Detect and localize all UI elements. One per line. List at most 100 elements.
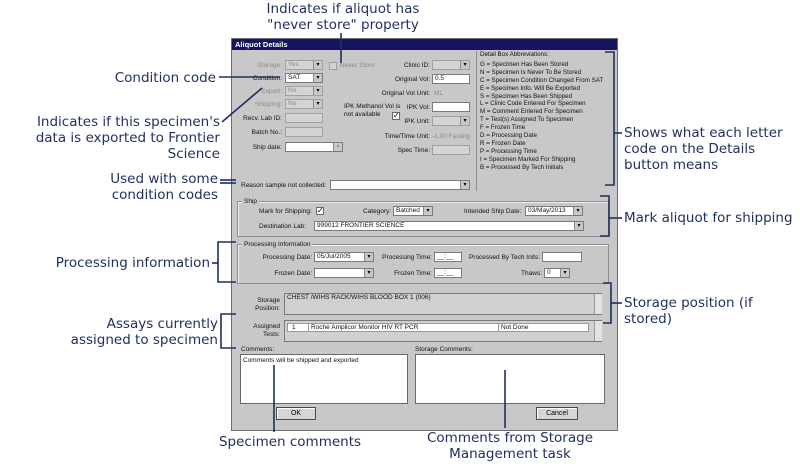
batch-no-field[interactable] bbox=[285, 127, 323, 137]
condition-value: SAT bbox=[288, 74, 301, 81]
test-name: Roche Amplicor Monitor HIV RT PCR bbox=[308, 324, 418, 332]
ok-button[interactable]: OK bbox=[276, 407, 316, 420]
mark-shipping-label: Mark for Shipping: bbox=[259, 208, 312, 215]
callout-specimen-comments: Specimen comments bbox=[218, 434, 362, 450]
chevron-down-icon: ▾ bbox=[364, 253, 373, 261]
intended-ship-date-label: Intended Ship Date: bbox=[464, 208, 522, 215]
category-label: Category: bbox=[363, 208, 392, 215]
chevron-down-icon: ▾ bbox=[423, 207, 432, 215]
storage-position-scrollbar[interactable] bbox=[594, 294, 602, 314]
storage-comments-label: Storage Comments: bbox=[415, 346, 473, 353]
callout-never-store: Indicates if aliquot has "never store" p… bbox=[266, 1, 420, 33]
chevron-down-icon: ▾ bbox=[560, 269, 569, 277]
chevron-down-icon: ▾ bbox=[460, 117, 469, 125]
callout-used-with-codes: Used with some condition codes bbox=[110, 171, 218, 203]
table-row[interactable]: 1 Roche Amplicor Monitor HIV RT PCR Not … bbox=[287, 323, 589, 332]
storage-value: Yes bbox=[288, 61, 299, 68]
chevron-down-icon: ▾ bbox=[313, 61, 322, 69]
spec-time-field[interactable] bbox=[432, 145, 470, 155]
chevron-down-icon: ▾ bbox=[460, 61, 469, 69]
processing-time-field[interactable]: __:__ bbox=[434, 252, 462, 262]
storage-select[interactable]: Yes ▾ bbox=[285, 60, 323, 70]
chevron-down-icon: ▾ bbox=[313, 74, 322, 82]
test-num: 1 bbox=[292, 324, 296, 331]
callout-exported: Indicates if this specimen's data is exp… bbox=[35, 114, 220, 162]
destination-lab-value: 999012 FRONTIER SCIENCE bbox=[317, 222, 405, 229]
abbreviation-item: E = Specimen Info. Will Be Exported bbox=[480, 84, 580, 92]
thaws-label: Thaws: bbox=[521, 270, 542, 277]
clinic-id-select[interactable]: ▾ bbox=[432, 60, 470, 70]
ipk-unit-label: IPK Unit: bbox=[404, 118, 430, 125]
intended-ship-date-select[interactable]: 03/May/2013 ▾ bbox=[525, 206, 583, 216]
storage-position-field[interactable]: CHEST /WIHS RACK/WIHS BLOOD BOX 1 (006) bbox=[284, 293, 602, 315]
calendar-icon[interactable]: ▫ bbox=[333, 143, 342, 151]
clinic-id-label: Clinic ID: bbox=[403, 62, 430, 69]
thaws-value: 0 bbox=[547, 269, 551, 276]
chevron-down-icon: ▾ bbox=[313, 87, 322, 95]
condition-label: Condition: bbox=[252, 75, 282, 82]
callout-condition-code: Condition code bbox=[114, 70, 216, 86]
comments-label: Comments: bbox=[241, 346, 275, 353]
shipping-select[interactable]: No ▾ bbox=[285, 99, 323, 109]
aliquot-details-dialog: Aliquot Details Storage: Yes ▾ Never Stor… bbox=[231, 38, 618, 431]
assigned-tests-scrollbar[interactable] bbox=[594, 321, 602, 341]
spec-time-label: Spec Time: bbox=[397, 147, 430, 154]
comments-field[interactable]: Comments will be shipped and exported bbox=[240, 354, 408, 404]
original-vol-label: Original Vol: bbox=[394, 76, 430, 83]
storage-position-value: CHEST /WIHS RACK/WIHS BLOOD BOX 1 (006) bbox=[287, 294, 431, 301]
storage-comments-field[interactable] bbox=[415, 354, 605, 404]
shipping-label: Shipping: bbox=[254, 101, 282, 108]
chevron-down-icon: ▾ bbox=[574, 222, 583, 230]
original-vol-unit-label: Original Vol Unit: bbox=[381, 90, 430, 97]
processing-date-label: Processing Date: bbox=[262, 254, 313, 261]
recv-lab-id-field[interactable] bbox=[285, 113, 323, 123]
processing-date-value: 05/Jul/2005 bbox=[317, 253, 351, 260]
category-select[interactable]: Batched ▾ bbox=[393, 206, 433, 216]
never-store-checkbox[interactable] bbox=[329, 62, 337, 70]
callout-processing-info: Processing information bbox=[55, 255, 210, 271]
frozen-date-field[interactable]: ▾ bbox=[314, 268, 374, 278]
assigned-tests-label: Assigned Tests: bbox=[253, 323, 280, 338]
time-unit-value: -1.00 Fasting bbox=[432, 133, 470, 140]
abbreviations-title: Detail Box Abbreviations: bbox=[480, 51, 549, 58]
ipk-vol-field[interactable] bbox=[432, 102, 470, 112]
processing-time-label: Processing Time: bbox=[382, 254, 432, 261]
ipk-vol-label: IPK Vol: bbox=[406, 104, 430, 111]
processed-by-label: Processed By Tech Inits: bbox=[468, 254, 540, 261]
processing-group-title: Processing Information bbox=[242, 240, 313, 249]
processing-date-field[interactable]: 05/Jul/2005 ▾ bbox=[314, 252, 374, 262]
callout-storage-position: Storage position (if stored) bbox=[624, 295, 753, 327]
ship-group-title: Ship bbox=[242, 197, 260, 206]
abbreviation-item: D = Processing Date bbox=[480, 132, 537, 140]
abbreviation-item: R = Frozen Date bbox=[480, 139, 526, 147]
mark-shipping-checkbox[interactable]: ✓ bbox=[316, 207, 324, 215]
export-select[interactable]: No ▾ bbox=[285, 86, 323, 96]
storage-position-label: Storage Position: bbox=[255, 297, 280, 312]
condition-select[interactable]: SAT ▾ bbox=[285, 73, 323, 83]
original-vol-field[interactable]: 0.5 bbox=[432, 74, 470, 84]
destination-lab-select[interactable]: 999012 FRONTIER SCIENCE ▾ bbox=[314, 221, 584, 231]
chevron-down-icon: ▾ bbox=[573, 207, 582, 215]
thaws-field[interactable]: 0 ▾ bbox=[544, 268, 570, 278]
abbreviation-item: P = Processing Time bbox=[480, 147, 537, 155]
frozen-time-field[interactable]: __:__ bbox=[434, 268, 462, 278]
ipk-unit-select[interactable]: ▾ bbox=[432, 116, 470, 126]
time-unit-label: Time/Time Unit: bbox=[384, 133, 430, 140]
callout-letter-code: Shows what each letter code on the Detai… bbox=[624, 125, 783, 173]
shipping-value: No bbox=[288, 100, 297, 107]
processed-by-field[interactable] bbox=[542, 252, 582, 262]
abbreviations-list: Detail Box Abbreviations: G = Specimen H… bbox=[480, 51, 610, 172]
assigned-tests-list[interactable]: 1 Roche Amplicor Monitor HIV RT PCR Not … bbox=[284, 320, 602, 342]
abbreviation-item: N = Specimen Is Never To Be Stored bbox=[480, 68, 582, 76]
chevron-down-icon: ▾ bbox=[313, 100, 322, 108]
abbreviation-item: I = Specimen Marked For Shipping bbox=[480, 155, 576, 163]
cancel-button[interactable]: Cancel bbox=[536, 407, 578, 420]
storage-label: Storage: bbox=[257, 62, 282, 69]
reason-select[interactable]: ▾ bbox=[330, 180, 470, 190]
ship-date-label: Ship date: bbox=[252, 144, 282, 151]
ship-date-field[interactable]: ▫ bbox=[285, 142, 343, 152]
category-value: Batched bbox=[396, 207, 420, 214]
test-status: Not Done bbox=[498, 324, 528, 332]
destination-lab-label: Destination Lab: bbox=[259, 223, 306, 230]
abbreviation-item: B = Processed By Tech Initials bbox=[480, 163, 564, 171]
